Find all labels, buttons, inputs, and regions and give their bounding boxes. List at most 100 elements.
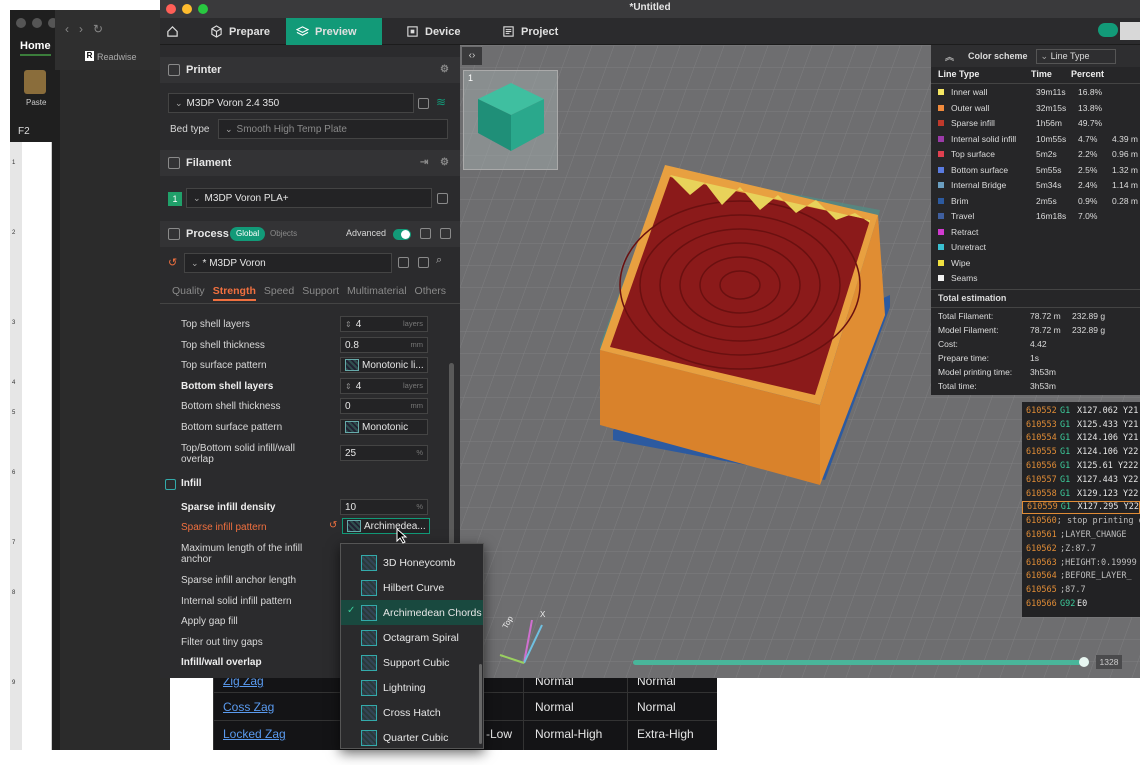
stepper-icon[interactable]: ⇕ [345,382,352,391]
dropdown-option[interactable]: Hilbert Curve [341,575,483,600]
filament-slot-badge[interactable]: 1 [168,192,182,206]
edit-filament-icon[interactable] [437,193,448,204]
legend-row[interactable]: Outer wall 32m15s 13.8% [938,101,1140,115]
subtab-support[interactable]: Support [302,285,339,301]
subtab-multimaterial[interactable]: Multimaterial [347,285,407,301]
legend-row[interactable]: Internal solid infill 10m55s 4.7% 4.39 m [938,132,1140,146]
legend-row[interactable]: Travel 16m18s 7.0% [938,209,1140,223]
subtab-others[interactable]: Others [415,285,447,301]
top-surface-pattern-select[interactable]: Monotonic li... [340,357,428,373]
process-section-header[interactable]: Process [160,221,460,247]
subtab-speed[interactable]: Speed [264,285,294,301]
bottom-surface-pattern-select[interactable]: Monotonic [340,419,428,435]
browser-nav-icons[interactable]: ‹›↻ [65,22,113,36]
legend-row[interactable]: Seams [938,271,1140,285]
home-button[interactable] [160,18,185,45]
window-menu-button[interactable] [1120,22,1140,40]
gcode-line[interactable]: 610552 G1 X127.062 Y21 [1022,404,1140,418]
legend-row[interactable]: Top surface 5m2s 2.2% 0.96 m [938,147,1140,161]
filament-select[interactable]: ⌄ M3DP Voron PLA+ [186,188,432,208]
advanced-toggle[interactable] [393,229,411,240]
bottom-shell-layers-input[interactable]: ⇕ 4 layers [340,378,428,394]
tab-prepare[interactable]: Prepare [200,18,296,45]
account-button[interactable] [1098,23,1118,37]
collapse-panel-button[interactable]: ‹› [462,47,482,65]
stepper-icon[interactable]: ⇕ [345,320,352,329]
legend-row[interactable]: Unretract [938,240,1140,254]
gcode-line[interactable]: 610558 G1 X129.123 Y22 [1022,487,1140,501]
gcode-line[interactable]: 610554 G1 X124.106 Y21 [1022,432,1140,446]
gcode-line[interactable]: 610563 ;HEIGHT:0.19999 [1022,556,1140,570]
sparse-infill-pattern-select[interactable]: Archimedea... [342,518,430,534]
gcode-line[interactable]: 610562 ;Z:87.7 [1022,542,1140,556]
subtab-strength[interactable]: Strength [212,285,256,301]
bottom-shell-thickness-input[interactable]: 0 mm [340,398,428,414]
legend-row[interactable]: Retract [938,225,1140,239]
legend-row[interactable]: Bottom surface 5m55s 2.5% 1.32 m [938,163,1140,177]
printer-section-header[interactable]: Printer ⚙ [160,57,460,83]
compare-icon[interactable] [420,228,431,239]
gcode-line[interactable]: 610565 ;87.7 [1022,583,1140,597]
reset-icon[interactable]: ↺ [329,520,337,531]
filament-section-header[interactable]: Filament ⇥ ⚙ [160,150,460,176]
collapse-icon[interactable]: ︽ [945,50,954,63]
color-scheme-select[interactable]: ⌄ Line Type [1035,48,1116,64]
excel-cell-reference[interactable]: F2 [18,126,30,137]
reset-icon[interactable]: ↺ [168,256,177,269]
edit-printer-icon[interactable] [418,98,429,109]
gcode-line[interactable]: 610556 G1 X125.61 Y222 [1022,459,1140,473]
objects-toggle-pill[interactable]: Objects [264,227,303,241]
layer-slider-track[interactable] [633,660,1089,665]
sparse-infill-density-input[interactable]: 10% [340,499,428,515]
tab-device[interactable]: Device [396,18,476,45]
gcode-line[interactable]: 610557 G1 X127.443 Y22 [1022,473,1140,487]
bed-type-select[interactable]: ⌄ Smooth High Temp Plate [218,119,448,139]
legend-row[interactable]: Inner wall 39m11s 16.8% [938,85,1140,99]
settings-sliders-icon[interactable]: ⚙ [440,64,452,76]
save-icon[interactable] [398,257,409,268]
process-preset-select[interactable]: ⌄ * M3DP Voron [184,253,392,273]
wifi-icon[interactable]: ≋ [436,95,446,109]
tab-preview[interactable]: Preview [286,18,382,45]
top-shell-thickness-input[interactable]: 0.8 mm [340,337,428,353]
global-toggle-pill[interactable]: Global [230,227,266,241]
infill-pattern-dropdown[interactable]: 3D Honeycomb Hilbert Curve ✓ Archimedean Ch… [340,543,484,749]
dropdown-option[interactable]: Lightning [341,675,483,700]
clipboard-icon[interactable] [24,70,46,94]
tab-project[interactable]: Project [492,18,572,45]
search-icon[interactable]: ⌕ [436,254,442,267]
gcode-line[interactable]: 610564 ;BEFORE_LAYER_ [1022,570,1140,584]
sync-icon[interactable]: ⇥ [420,157,432,169]
plate-thumbnail[interactable]: 1 [463,70,558,170]
gcode-viewer[interactable]: 610552 G1 X127.062 Y21 610553 G1 X125.433 Y21… [1022,402,1140,617]
dropdown-option[interactable]: Cross Hatch [341,700,483,725]
dropdown-option[interactable]: Support Cubic [341,650,483,675]
table-link[interactable]: Coss Zag [223,700,274,714]
legend-row[interactable]: Brim 2m5s 0.9% 0.28 m [938,194,1140,208]
dropdown-option[interactable]: Octagram Spiral [341,625,483,650]
readwise-bookmark[interactable]: Readwise [97,52,137,62]
dropdown-scrollbar[interactable] [479,664,482,744]
excel-home-tab[interactable]: Home [20,40,51,56]
top-shell-layers-input[interactable]: ⇕ 4 layers [340,316,428,332]
settings-sliders-icon[interactable]: ⚙ [440,157,452,169]
subtab-quality[interactable]: Quality [172,285,205,301]
dropdown-option[interactable]: Quarter Cubic [341,725,483,750]
dropdown-option[interactable]: 3D Honeycomb [341,550,483,575]
dropdown-option[interactable]: ✓ Archimedean Chords [341,600,483,625]
legend-row[interactable]: Internal Bridge 5m34s 2.4% 1.14 m [938,178,1140,192]
settings-sliders-icon[interactable] [440,228,451,239]
table-link[interactable]: Locked Zag [223,727,286,741]
gcode-line[interactable]: 610559 G1 X127.295 Y22 [1022,500,1140,515]
gcode-line[interactable]: 610566 G92 E0 [1022,597,1140,611]
legend-row[interactable]: Sparse infill 1h56m 49.7% [938,116,1140,130]
gcode-line[interactable]: 610560; stop printing ob [1022,514,1140,528]
gcode-line[interactable]: 610555 G1 X124.106 Y22 [1022,445,1140,459]
top-bottom-overlap-input[interactable]: 25% [340,445,428,461]
legend-row[interactable]: Wipe [938,256,1140,270]
gcode-line[interactable]: 610553 G1 X125.433 Y21 [1022,418,1140,432]
settings-scrollbar[interactable] [449,363,454,553]
printer-select[interactable]: ⌄ M3DP Voron 2.4 350 [168,93,414,113]
delete-icon[interactable] [418,257,429,268]
gcode-line[interactable]: 610561 ;LAYER_CHANGE [1022,528,1140,542]
